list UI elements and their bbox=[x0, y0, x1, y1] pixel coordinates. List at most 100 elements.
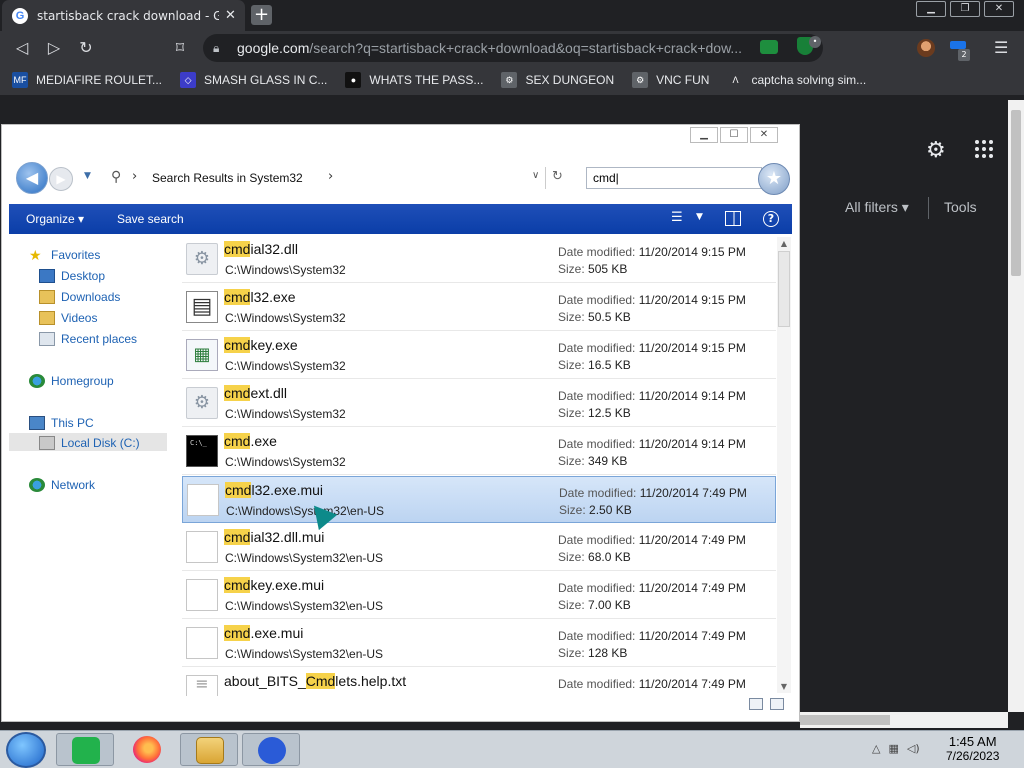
bookmark-item[interactable]: ⚙ SEX DUNGEON bbox=[501, 72, 614, 88]
close-window-button[interactable]: ✕ bbox=[984, 1, 1014, 17]
taskbar-app-explorer[interactable] bbox=[180, 733, 238, 766]
bookmark-label: SMASH GLASS IN C... bbox=[204, 73, 328, 87]
bookmark-label: MEDIAFIRE ROULET... bbox=[36, 73, 163, 87]
nav-item-recent-places[interactable]: Recent places bbox=[39, 332, 137, 346]
search-orb-icon[interactable]: ★ bbox=[758, 163, 790, 195]
nav-item-downloads[interactable]: Downloads bbox=[39, 290, 120, 304]
breadcrumb-chevron-icon[interactable]: › bbox=[328, 169, 333, 184]
change-view-icon[interactable]: ☰ bbox=[671, 211, 685, 225]
system-clock[interactable]: 1:45 AM 7/26/2023 bbox=[946, 734, 999, 763]
search-input[interactable]: cmd| bbox=[586, 167, 762, 189]
results-scrollbar[interactable]: ▲ ▼ bbox=[777, 237, 791, 693]
breadcrumb-chevron-icon[interactable]: › bbox=[132, 169, 137, 184]
google-apps-icon[interactable] bbox=[975, 140, 993, 158]
explorer-back-icon[interactable]: ◀ bbox=[16, 162, 48, 194]
browser-menu-icon[interactable]: ☰ bbox=[994, 38, 1008, 57]
file-path: C:\Windows\System32 bbox=[225, 359, 346, 373]
file-row[interactable]: cmdl32.exe C:\Windows\System32 Date modifi… bbox=[182, 284, 776, 331]
nav-item-videos[interactable]: Videos bbox=[39, 311, 97, 325]
file-row[interactable]: cmd.exe.mui C:\Windows\System32\en-US Date… bbox=[182, 620, 776, 667]
reload-icon[interactable]: ↻ bbox=[76, 38, 96, 58]
extension-blue-icon[interactable]: 2 bbox=[950, 40, 972, 61]
bookmark-item[interactable]: Λcaptcha solving sim... bbox=[727, 72, 866, 88]
minimize-button[interactable]: ▁ bbox=[916, 1, 946, 17]
bookmark-favicon-icon: ⚙ bbox=[632, 72, 649, 88]
explorer-minimize-button[interactable]: ▁ bbox=[690, 127, 718, 143]
tools-button[interactable]: Tools bbox=[944, 199, 977, 215]
save-search-button[interactable]: Save search bbox=[117, 212, 184, 226]
bookmark-icon[interactable]: ⌑ bbox=[170, 38, 190, 58]
profile-avatar[interactable] bbox=[917, 39, 935, 57]
nav-item-homegroup[interactable]: Homegroup bbox=[29, 374, 114, 388]
extension-green-icon[interactable] bbox=[760, 40, 778, 54]
help-icon[interactable]: ? bbox=[763, 211, 779, 227]
doc-file-icon bbox=[186, 627, 218, 659]
file-row[interactable]: cmdl32.exe.mui C:\Windows\System32\en-US D… bbox=[182, 476, 776, 523]
address-dropdown-icon[interactable]: ∨ bbox=[532, 170, 539, 181]
preview-pane-icon[interactable] bbox=[725, 211, 741, 226]
close-tab-icon[interactable]: ✕ bbox=[225, 8, 236, 23]
file-row[interactable]: cmdial32.dll.mui C:\Windows\System32\en-U… bbox=[182, 524, 776, 571]
file-size: Size: 128 KB bbox=[558, 646, 628, 660]
file-size: Size: 68.0 KB bbox=[558, 550, 631, 564]
explorer-maximize-button[interactable]: ☐ bbox=[720, 127, 748, 143]
scroll-up-icon[interactable]: ▲ bbox=[777, 239, 791, 248]
bookmark-favicon-icon: ⚙ bbox=[501, 72, 518, 88]
file-size: Size: 2.50 KB bbox=[559, 503, 632, 517]
details-view-icon[interactable] bbox=[749, 698, 763, 710]
page-vertical-scrollbar[interactable] bbox=[1008, 100, 1024, 712]
start-button[interactable] bbox=[6, 732, 46, 768]
file-path: C:\Windows\System32 bbox=[225, 407, 346, 421]
settings-gear-icon[interactable]: ⚙ bbox=[926, 138, 946, 163]
page-horizontal-scrollbar[interactable] bbox=[800, 712, 1008, 728]
nav-item-this-pc[interactable]: This PC bbox=[29, 416, 94, 430]
navigation-pane: ★ Favorites Desktop Downloads Videos Rece… bbox=[9, 236, 167, 716]
address-bar[interactable]: 🔒︎ google.com/search?q=startisback+crack… bbox=[203, 34, 823, 62]
bookmark-item[interactable]: ⚙ VNC FUN bbox=[632, 72, 709, 88]
taskbar-app-notes[interactable] bbox=[56, 733, 114, 766]
google-favicon-icon: G bbox=[12, 7, 28, 24]
date-modified: Date modified: 11/20/2014 7:49 PM bbox=[559, 486, 747, 500]
bookmarks-bar: MF MEDIAFIRE ROULET... ◇ SMASH GLASS IN C..… bbox=[0, 65, 1024, 95]
file-row[interactable]: about_BITS_Cmdlets.help.txt Date modified… bbox=[182, 668, 776, 696]
date-modified: Date modified: 11/20/2014 7:49 PM bbox=[558, 677, 746, 691]
volume-icon[interactable]: ◁) bbox=[907, 742, 920, 755]
file-row[interactable]: cmdkey.exe C:\Windows\System32 Date modifi… bbox=[182, 332, 776, 379]
large-icons-view-icon[interactable] bbox=[770, 698, 784, 710]
date-modified: Date modified: 11/20/2014 9:15 PM bbox=[558, 341, 746, 355]
file-row[interactable]: cmd.exe C:\Windows\System32 Date modified:… bbox=[182, 428, 776, 475]
organize-button[interactable]: Organize ▾ bbox=[26, 212, 84, 226]
taskbar-app-malwarebytes[interactable] bbox=[242, 733, 300, 766]
all-filters-button[interactable]: All filters ▾ bbox=[845, 199, 909, 216]
bookmark-item[interactable]: ◇ SMASH GLASS IN C... bbox=[180, 72, 327, 88]
explorer-close-button[interactable]: ✕ bbox=[750, 127, 778, 143]
key-file-icon bbox=[186, 339, 218, 371]
view-dropdown-icon[interactable]: ▼ bbox=[696, 212, 703, 222]
taskbar-app-firefox[interactable] bbox=[118, 733, 176, 766]
refresh-icon[interactable]: ↻ bbox=[552, 169, 563, 184]
nav-item-local-disk[interactable]: Local Disk (C:) bbox=[39, 436, 140, 450]
breadcrumb[interactable]: Search Results in System32 bbox=[152, 171, 303, 185]
file-path: C:\Windows\System32\en-US bbox=[226, 504, 385, 518]
scroll-thumb[interactable] bbox=[778, 251, 790, 327]
browser-tab[interactable]: G startisback crack download - Goog ✕ bbox=[2, 0, 245, 31]
new-tab-button[interactable]: + bbox=[251, 5, 272, 25]
file-row[interactable]: cmdkey.exe.mui C:\Windows\System32\en-US D… bbox=[182, 572, 776, 619]
file-row[interactable]: cmdial32.dll C:\Windows\System32 Date modi… bbox=[182, 236, 776, 283]
bookmark-item[interactable]: ● WHATS THE PASS... bbox=[345, 72, 483, 88]
explorer-command-bar: Organize ▾ Save search ☰ ▼ ? bbox=[9, 204, 792, 234]
nav-item-desktop[interactable]: Desktop bbox=[39, 269, 105, 283]
file-row[interactable]: cmdext.dll C:\Windows\System32 Date modifi… bbox=[182, 380, 776, 427]
maximize-button[interactable]: ❐ bbox=[950, 1, 980, 17]
back-icon[interactable]: ◁ bbox=[12, 38, 32, 58]
nav-item-favorites[interactable]: ★ Favorites bbox=[29, 248, 100, 262]
bookmark-item[interactable]: MF MEDIAFIRE ROULET... bbox=[12, 72, 162, 88]
scroll-down-icon[interactable]: ▼ bbox=[777, 682, 791, 691]
explorer-forward-icon[interactable]: ▶ bbox=[49, 167, 73, 191]
nav-item-network[interactable]: Network bbox=[29, 478, 95, 492]
show-hidden-icons-icon[interactable]: △ bbox=[872, 742, 880, 755]
network-tray-icon[interactable]: ▦ bbox=[888, 742, 898, 755]
toolbar-divider bbox=[928, 197, 929, 219]
recent-locations-dropdown-icon[interactable]: ▼ bbox=[84, 171, 91, 181]
forward-icon[interactable]: ▷ bbox=[44, 38, 64, 58]
